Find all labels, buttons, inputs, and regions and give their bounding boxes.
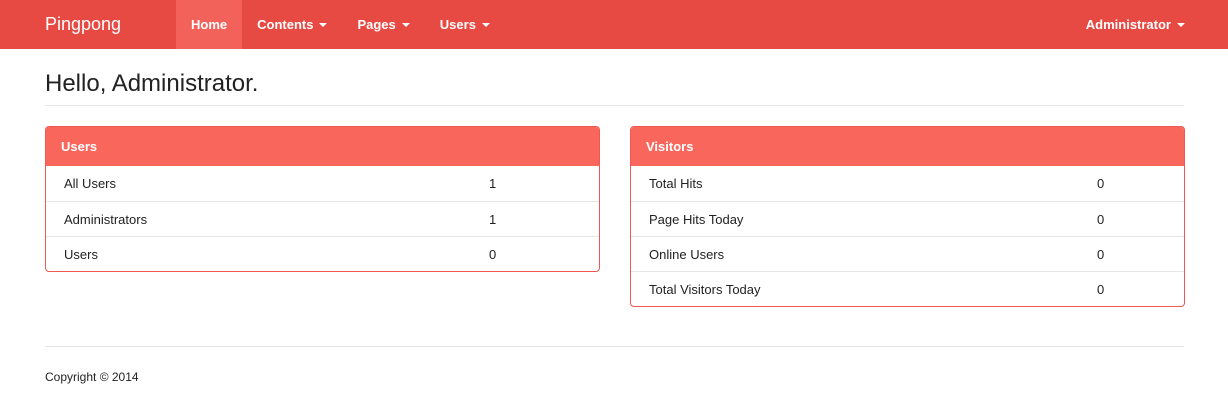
row-value: 0 [1097, 211, 1105, 227]
row-value: 0 [489, 246, 497, 262]
footer-copyright: Copyright © 2014 [45, 370, 139, 384]
users-panel: Users All Users 1 Administrators 1 Users… [45, 126, 600, 272]
nav-contents-label: Contents [257, 17, 314, 32]
table-row: Administrators 1 [46, 201, 599, 236]
table-row: Total Visitors Today 0 [631, 271, 1184, 306]
row-value: 1 [489, 176, 497, 191]
nav-home[interactable]: Home [176, 0, 243, 49]
table-row: Users 0 [46, 236, 599, 271]
row-value: 0 [1097, 281, 1105, 297]
caret-down-icon [1177, 22, 1185, 27]
caret-down-icon [401, 22, 410, 27]
row-label: Online Users [649, 246, 725, 262]
top-navbar: Pingpong Labs Home Contents Pages Users … [0, 0, 1228, 83]
title-divider [45, 105, 1184, 106]
caret-down-icon [481, 22, 490, 27]
footer-divider [45, 346, 1184, 347]
row-label: Users [64, 246, 98, 262]
row-label: Total Visitors Today [649, 281, 761, 297]
row-value: 1 [489, 211, 497, 227]
visitors-panel: Visitors Total Hits 0 Page Hits Today 0 … [630, 126, 1185, 307]
user-menu-label: Administrator [1085, 17, 1171, 32]
row-label: All Users [64, 176, 117, 191]
nav-home-label: Home [191, 17, 228, 32]
page-title: Hello, Administrator. [45, 70, 259, 97]
users-panel-heading: Users [46, 127, 599, 166]
visitors-table: Total Hits 0 Page Hits Today 0 Online Us… [631, 166, 1184, 306]
brand-link[interactable]: Pingpong Labs [0, 0, 176, 83]
table-row: Total Hits 0 [631, 166, 1184, 201]
caret-down-icon [319, 22, 328, 27]
nav-users-label: Users [439, 17, 476, 32]
nav-pages-dropdown[interactable]: Pages [342, 0, 424, 49]
row-value: 0 [1097, 176, 1105, 191]
row-label: Page Hits Today [649, 211, 744, 227]
row-label: Administrators [64, 211, 148, 227]
nav-pages-label: Pages [357, 17, 396, 32]
nav-users-dropdown[interactable]: Users [425, 0, 505, 49]
nav-contents-dropdown[interactable]: Contents [242, 0, 342, 49]
row-value: 0 [1097, 246, 1105, 262]
user-menu-dropdown[interactable]: Administrator [1071, 0, 1228, 49]
row-label: Total Hits [649, 176, 703, 191]
users-table: All Users 1 Administrators 1 Users 0 [46, 166, 599, 271]
table-row: Online Users 0 [631, 236, 1184, 271]
table-row: All Users 1 [46, 166, 599, 201]
table-row: Page Hits Today 0 [631, 201, 1184, 236]
visitors-panel-heading: Visitors [631, 127, 1184, 166]
